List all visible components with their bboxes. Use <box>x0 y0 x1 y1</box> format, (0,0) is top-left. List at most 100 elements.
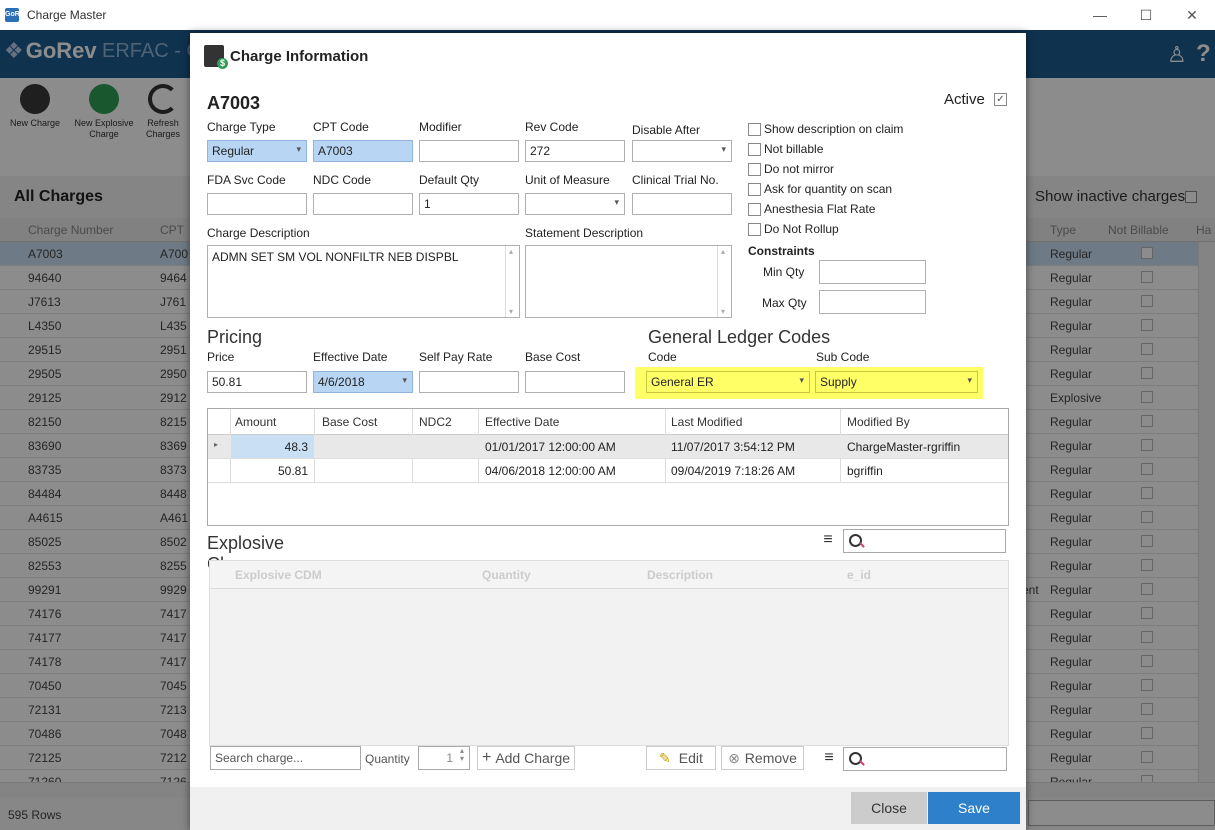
active-checkbox[interactable]: ✓ <box>994 93 1007 106</box>
max-qty-label: Max Qty <box>762 296 807 310</box>
search-icon <box>849 752 863 766</box>
unit-of-measure-select[interactable] <box>525 193 625 215</box>
rev-code-input[interactable]: 272 <box>525 140 625 162</box>
pricing-section-title: Pricing <box>207 327 263 347</box>
explosive-menu-icon[interactable]: ≡ <box>817 529 839 551</box>
price-row[interactable]: 50.81 04/06/2018 12:00:00 AM 09/04/2019 … <box>208 459 1008 483</box>
col-base-cost[interactable]: Base Cost <box>322 415 377 429</box>
app-logo-icon: GoRev <box>5 8 28 22</box>
price-grid-header: Amount Base Cost NDC2 Effective Date Las… <box>208 409 1008 435</box>
checkbox-box[interactable] <box>748 123 761 136</box>
window-titlebar: GoRev Charge Master — ☐ ✕ <box>0 0 1215 30</box>
col-explosive-cdm[interactable]: Explosive CDM <box>235 568 322 582</box>
add-charge-button[interactable]: + Add Charge <box>477 746 575 770</box>
save-button[interactable]: Save <box>928 792 1020 824</box>
col-description[interactable]: Description <box>647 568 713 582</box>
col-ndc2[interactable]: NDC2 <box>419 415 452 429</box>
checkbox-box[interactable] <box>748 163 761 176</box>
checkbox-label: Do Not Rollup <box>764 222 839 236</box>
edit-button[interactable]: ✎ Edit <box>646 746 716 770</box>
charge-description-text: ADMN SET SM VOL NONFILTR NEB DISPBL <box>212 250 459 264</box>
grid-search-box[interactable] <box>843 747 1007 771</box>
plus-icon: + <box>481 749 492 766</box>
price-modified-by: ChargeMaster-rgriffin <box>847 440 961 454</box>
modifier-input[interactable] <box>419 140 519 162</box>
self-pay-rate-label: Self Pay Rate <box>419 350 493 364</box>
unit-of-measure-label: Unit of Measure <box>525 173 610 187</box>
col-amount[interactable]: Amount <box>235 415 276 429</box>
col-quantity[interactable]: Quantity <box>482 568 531 582</box>
charge-number-heading: A7003 <box>207 93 261 113</box>
checkbox-box[interactable] <box>748 143 761 156</box>
dialog-footer: Close Save <box>190 787 1026 830</box>
ndc-code-label: NDC Code <box>313 173 372 187</box>
gl-codes-section-title: General Ledger Codes <box>648 327 831 347</box>
col-e-id[interactable]: e_id <box>847 568 871 582</box>
active-label: Active <box>944 91 985 108</box>
explosive-charges-grid: Explosive CDM Quantity Description e_id <box>209 560 1009 746</box>
ndc-code-input[interactable] <box>313 193 413 215</box>
explosive-grid-header: Explosive CDM Quantity Description e_id <box>210 561 1008 589</box>
checkbox-label: Anesthesia Flat Rate <box>764 202 876 216</box>
remove-label: Remove <box>744 750 797 766</box>
cpt-code-input[interactable]: A7003 <box>313 140 413 162</box>
price-modified-by: bgriffin <box>847 464 883 478</box>
disable-after-picker[interactable] <box>632 140 732 162</box>
gl-code-select[interactable]: General ER <box>646 371 810 393</box>
textarea-scrollbar[interactable] <box>717 246 731 317</box>
checkbox-label: Do not mirror <box>764 162 835 176</box>
col-modified-by[interactable]: Modified By <box>847 415 910 429</box>
minimize-button[interactable]: — <box>1077 0 1123 30</box>
charge-type-select[interactable]: Regular <box>207 140 307 162</box>
remove-button[interactable]: ⊗ Remove <box>721 746 804 770</box>
row-indicator-icon: ▸ <box>214 440 219 449</box>
modifier-label: Modifier <box>419 120 462 134</box>
self-pay-rate-input[interactable] <box>419 371 519 393</box>
price-row[interactable]: ▸ 48.3 01/01/2017 12:00:00 AM 11/07/2017… <box>208 435 1008 459</box>
col-effective-date[interactable]: Effective Date <box>485 415 559 429</box>
explosive-search-input[interactable] <box>843 529 1006 553</box>
col-last-modified[interactable]: Last Modified <box>671 415 742 429</box>
default-qty-input[interactable]: 1 <box>419 193 519 215</box>
checkbox-box[interactable] <box>748 203 761 216</box>
base-cost-input[interactable] <box>525 371 625 393</box>
price-last-modified: 11/07/2017 3:54:12 PM <box>671 440 795 454</box>
effective-date-picker[interactable]: 4/6/2018 <box>313 371 413 393</box>
effective-date-label: Effective Date <box>313 350 388 364</box>
statement-description-textarea[interactable] <box>525 245 732 318</box>
quantity-label: Quantity <box>365 752 410 766</box>
close-button[interactable]: Close <box>851 792 927 824</box>
close-window-button[interactable]: ✕ <box>1169 0 1215 30</box>
search-charge-input[interactable]: Search charge... <box>210 746 361 770</box>
checkbox-label: Show description on claim <box>764 122 904 136</box>
max-qty-input[interactable] <box>819 290 926 314</box>
base-cost-label: Base Cost <box>525 350 581 364</box>
checkbox-box[interactable] <box>748 183 761 196</box>
price-effective-date: 04/06/2018 12:00:00 AM <box>485 464 616 478</box>
add-charge-label: Add Charge <box>495 750 571 766</box>
price-history-grid: Amount Base Cost NDC2 Effective Date Las… <box>207 408 1009 526</box>
stepper-arrows-icon[interactable]: ▴ ▾ <box>460 747 464 763</box>
charge-description-label: Charge Description <box>207 226 310 240</box>
statement-description-label: Statement Description <box>525 226 644 240</box>
min-qty-input[interactable] <box>819 260 926 284</box>
fda-svc-code-input[interactable] <box>207 193 307 215</box>
charge-document-icon <box>204 45 228 69</box>
min-qty-label: Min Qty <box>763 265 805 279</box>
checkbox-box[interactable] <box>748 223 761 236</box>
price-input[interactable]: 50.81 <box>207 371 307 393</box>
charge-information-dialog: Charge Information A7003 Active ✓ Charge… <box>190 33 1026 830</box>
grid-menu-icon[interactable]: ≡ <box>818 747 840 769</box>
gl-sub-code-select[interactable]: Supply <box>815 371 978 393</box>
checkbox-label: Ask for quantity on scan <box>764 182 893 196</box>
textarea-scrollbar[interactable] <box>505 246 519 317</box>
gl-sub-code-label: Sub Code <box>816 350 870 364</box>
clinical-trial-input[interactable] <box>632 193 732 215</box>
cpt-code-label: CPT Code <box>313 120 369 134</box>
window-title: Charge Master <box>27 8 107 22</box>
price-effective-date: 01/01/2017 12:00:00 AM <box>485 440 616 454</box>
charge-description-textarea[interactable]: ADMN SET SM VOL NONFILTR NEB DISPBL <box>207 245 520 318</box>
maximize-button[interactable]: ☐ <box>1123 0 1169 30</box>
checkbox-label: Not billable <box>764 142 824 156</box>
price-label: Price <box>207 350 235 364</box>
